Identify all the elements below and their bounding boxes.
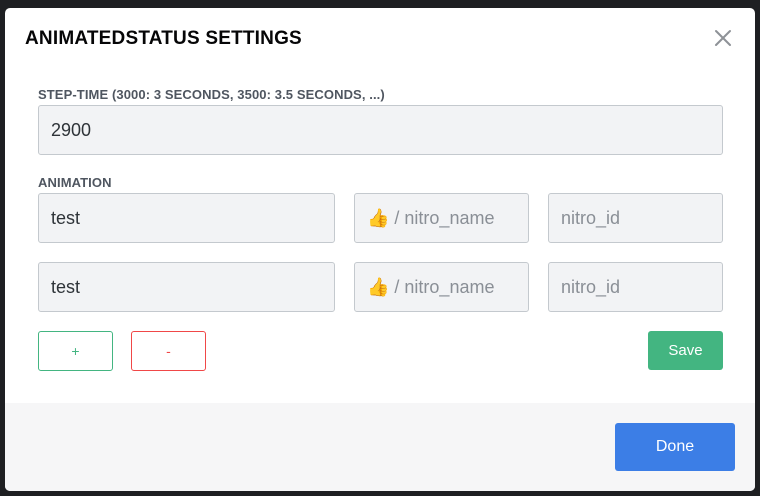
- animation-text-input[interactable]: [38, 193, 335, 243]
- animation-id-input[interactable]: [548, 262, 723, 312]
- add-row-button[interactable]: +: [38, 331, 113, 371]
- save-button[interactable]: Save: [648, 331, 723, 370]
- modal-title: ANIMATEDSTATUS SETTINGS: [25, 28, 302, 49]
- settings-modal: ANIMATEDSTATUS SETTINGS STEP-TIME (3000:…: [5, 8, 755, 491]
- animation-text-input[interactable]: [38, 262, 335, 312]
- animation-emoji-input[interactable]: [354, 262, 529, 312]
- step-time-input[interactable]: [38, 105, 723, 155]
- animation-emoji-input[interactable]: [354, 193, 529, 243]
- close-icon[interactable]: [712, 27, 734, 49]
- done-button[interactable]: Done: [615, 423, 735, 471]
- animation-id-input[interactable]: [548, 193, 723, 243]
- remove-row-button[interactable]: -: [131, 331, 206, 371]
- modal-footer: Done: [5, 403, 755, 491]
- animation-label: ANIMATION: [38, 175, 112, 190]
- step-time-label: STEP-TIME (3000: 3 SECONDS, 3500: 3.5 SE…: [38, 87, 385, 102]
